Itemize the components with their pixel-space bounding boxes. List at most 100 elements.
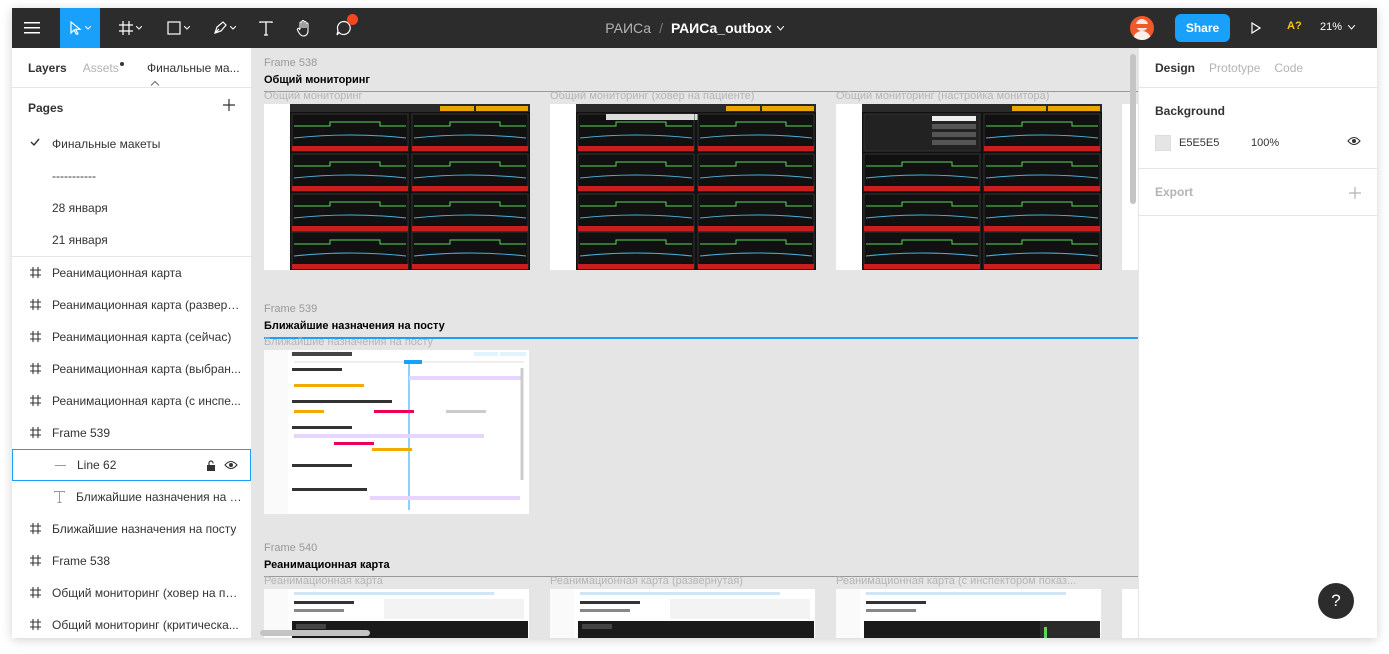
monitor-thumbnail-hover[interactable] bbox=[550, 104, 816, 270]
frame-label[interactable]: Frame 540 bbox=[264, 542, 317, 554]
zoom-level[interactable]: 21% bbox=[1320, 21, 1356, 33]
tab-code[interactable]: Code bbox=[1274, 61, 1303, 75]
card-thumbnail-inspector[interactable] bbox=[836, 589, 1101, 638]
card-graphic bbox=[836, 589, 1100, 638]
frame-icon bbox=[118, 21, 133, 35]
layer-label: Общий мониторинг (ховер на па... bbox=[52, 586, 242, 600]
page-selector[interactable]: Финальные ма... bbox=[147, 61, 251, 89]
background-row: E5E5E5 100% bbox=[1155, 134, 1361, 152]
eye-icon[interactable] bbox=[224, 460, 238, 470]
tab-design[interactable]: Design bbox=[1155, 61, 1195, 75]
notification-dot bbox=[347, 14, 358, 25]
chevron-down-icon[interactable] bbox=[776, 25, 784, 31]
monitor-thumbnail[interactable] bbox=[264, 104, 530, 270]
page-label: ----------- bbox=[52, 169, 96, 183]
chevron-up-icon bbox=[150, 80, 160, 86]
layer-label: Общий мониторинг (критическа... bbox=[52, 618, 239, 632]
vertical-scrollbar[interactable] bbox=[1130, 54, 1136, 204]
frame-heading[interactable]: Ближайшие назначения на посту bbox=[264, 320, 445, 332]
thumbnail-caption: Общий мониторинг bbox=[264, 90, 363, 102]
present-button[interactable] bbox=[1244, 8, 1268, 48]
lock-icon[interactable] bbox=[206, 460, 216, 471]
frame-icon bbox=[30, 395, 41, 406]
tab-prototype[interactable]: Prototype bbox=[1209, 61, 1260, 75]
frame-icon bbox=[30, 427, 41, 438]
layer-item[interactable]: Frame 539 bbox=[12, 417, 251, 449]
add-page-icon[interactable] bbox=[223, 99, 235, 111]
layer-label: Line 62 bbox=[77, 458, 117, 472]
thumbnail-caption: Реанимационная карта (с инспектором пока… bbox=[836, 575, 1077, 587]
frame-icon bbox=[30, 331, 41, 342]
layer-label: Реанимационная карта (с инспе... bbox=[52, 394, 241, 408]
share-button[interactable]: Share bbox=[1175, 14, 1230, 42]
rectangle-icon bbox=[166, 21, 181, 35]
page-item-jan28[interactable]: 28 января bbox=[12, 192, 251, 224]
layer-item[interactable]: Ближайшие назначения на посту bbox=[12, 513, 251, 545]
layer-label: Ближайшие назначения на посту bbox=[52, 522, 237, 536]
tab-layers[interactable]: Layers bbox=[28, 61, 67, 75]
move-tool-button[interactable] bbox=[60, 8, 100, 48]
vitals-chart-graphic bbox=[576, 104, 816, 270]
frame-label[interactable]: Frame 538 bbox=[264, 57, 317, 69]
avatar[interactable] bbox=[1130, 16, 1154, 40]
file-name[interactable]: РАИСа_outbox bbox=[671, 20, 772, 36]
add-export-icon[interactable] bbox=[1349, 187, 1361, 199]
layer-item[interactable]: Реанимационная карта bbox=[12, 257, 251, 289]
play-icon bbox=[1251, 22, 1261, 34]
figma-window: РАИСа / РАИСа_outbox Share A? 21% Layers… bbox=[12, 8, 1377, 638]
canvas[interactable]: Frame 538 Общий мониторинг Общий монитор… bbox=[252, 48, 1138, 638]
check-icon bbox=[30, 138, 40, 147]
layer-item[interactable]: Реанимационная карта (выбран... bbox=[12, 353, 251, 385]
horizontal-scrollbar[interactable] bbox=[260, 630, 370, 636]
layer-label: Реанимационная карта (выбран... bbox=[52, 362, 241, 376]
frame-heading[interactable]: Общий мониторинг bbox=[264, 74, 370, 86]
card-thumbnail-expanded[interactable] bbox=[550, 589, 815, 638]
opacity-input[interactable]: 100% bbox=[1251, 137, 1279, 149]
card-thumbnail-partial[interactable] bbox=[1122, 589, 1138, 638]
properties-tabs: Design Prototype Code bbox=[1139, 48, 1377, 88]
card-graphic bbox=[550, 589, 814, 638]
thumbnail-caption: Реанимационная карта (развернутая) bbox=[550, 575, 743, 587]
monitor-thumbnail-settings[interactable] bbox=[836, 104, 1102, 270]
tab-assets-label: Assets bbox=[82, 60, 119, 75]
tab-assets[interactable]: Assets bbox=[83, 61, 124, 75]
page-item-jan21[interactable]: 21 января bbox=[12, 224, 251, 256]
page-item-final[interactable]: Финальные макеты bbox=[12, 128, 251, 160]
layer-actions bbox=[206, 460, 238, 471]
layer-label: Frame 539 bbox=[52, 426, 111, 440]
page-label: Финальные макеты bbox=[52, 137, 161, 151]
layer-item[interactable]: Frame 538 bbox=[12, 545, 251, 577]
layer-item[interactable]: Общий мониторинг (ховер на па... bbox=[12, 577, 251, 609]
frame-label[interactable]: Frame 539 bbox=[264, 303, 317, 315]
text-icon bbox=[259, 20, 273, 36]
project-name[interactable]: РАИСа bbox=[605, 20, 651, 36]
help-button[interactable]: ? bbox=[1318, 583, 1354, 619]
text-tool-button[interactable] bbox=[250, 8, 282, 48]
cursor-icon bbox=[69, 21, 82, 35]
pen-tool-button[interactable] bbox=[204, 8, 244, 48]
hex-input[interactable]: E5E5E5 bbox=[1179, 137, 1251, 149]
layer-item-selected[interactable]: Line 62 bbox=[12, 449, 251, 481]
thumbnail-caption: Общий мониторинг (ховер на пациенте) bbox=[550, 90, 755, 102]
frame-heading[interactable]: Реанимационная карта bbox=[264, 559, 390, 571]
accessibility-check[interactable]: A? bbox=[1287, 20, 1302, 32]
main-menu-button[interactable] bbox=[12, 8, 52, 48]
layer-item[interactable]: Реанимационная карта (разверн... bbox=[12, 289, 251, 321]
layer-item[interactable]: Реанимационная карта (сейчас) bbox=[12, 321, 251, 353]
schedule-thumbnail[interactable] bbox=[264, 350, 529, 514]
shape-tool-button[interactable] bbox=[158, 8, 198, 48]
vitals-chart-graphic bbox=[290, 104, 530, 270]
page-item-divider[interactable]: ----------- bbox=[12, 160, 251, 192]
chevron-down-icon bbox=[229, 26, 236, 30]
eye-icon[interactable] bbox=[1347, 136, 1361, 146]
chevron-down-icon bbox=[84, 26, 91, 30]
layer-item[interactable]: Реанимационная карта (с инспе... bbox=[12, 385, 251, 417]
color-swatch[interactable] bbox=[1155, 135, 1171, 151]
layer-item[interactable]: Ближайшие назначения на п... bbox=[12, 481, 251, 513]
hand-tool-button[interactable] bbox=[288, 8, 320, 48]
thumbnail-caption: Общий мониторинг (настройка монитора) bbox=[836, 90, 1050, 102]
frame-icon bbox=[30, 587, 41, 598]
frame-icon bbox=[30, 523, 41, 534]
layer-item[interactable]: Общий мониторинг (критическа... bbox=[12, 609, 251, 638]
frame-tool-button[interactable] bbox=[110, 8, 150, 48]
